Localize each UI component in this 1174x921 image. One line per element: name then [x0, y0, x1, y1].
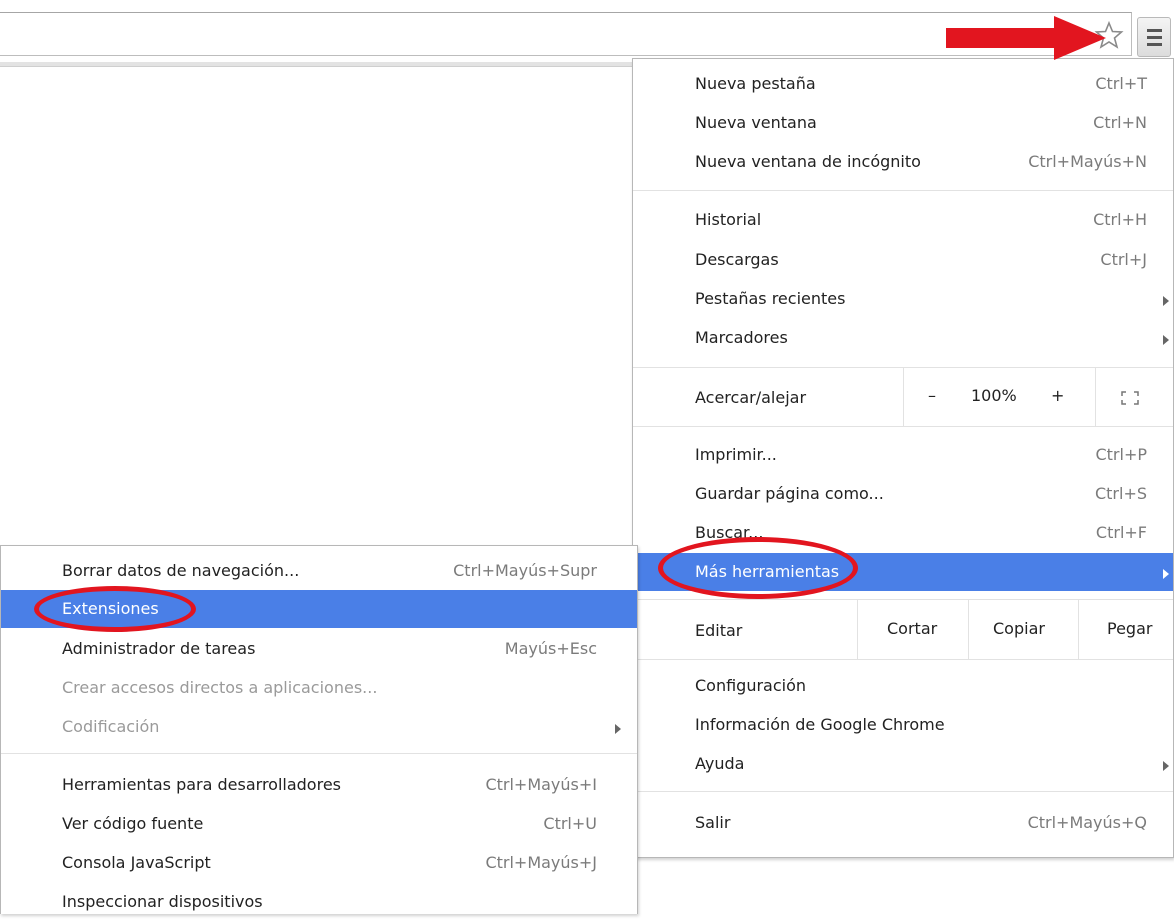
menu-item-label: Información de Google Chrome: [695, 715, 945, 734]
browser-toolbar: [0, 0, 1174, 67]
star-icon[interactable]: [1094, 20, 1124, 50]
menu-item-new-tab[interactable]: Nueva pestaña Ctrl+T: [633, 65, 1173, 103]
menu-item-new-window[interactable]: Nueva ventana Ctrl+N: [633, 104, 1173, 142]
copy-button[interactable]: Copiar: [993, 619, 1045, 638]
address-bar[interactable]: [0, 12, 1132, 56]
menu-item-label: Borrar datos de navegación...: [62, 561, 300, 580]
menu-item-shortcut: Ctrl+Mayús+J: [485, 853, 597, 872]
menu-item-label: Pestañas recientes: [695, 289, 846, 308]
edit-row: Editar Cortar Copiar Pegar: [633, 599, 1173, 659]
edit-divider: [968, 599, 969, 659]
submenu-arrow-icon: [615, 724, 621, 734]
menu-item-shortcut: Ctrl+Mayús+Supr: [453, 561, 597, 580]
menu-item-about-chrome[interactable]: Información de Google Chrome: [633, 706, 1173, 744]
menu-item-extensions[interactable]: Extensiones: [1, 590, 637, 628]
menu-separator: [633, 190, 1173, 191]
menu-item-recent-tabs[interactable]: Pestañas recientes: [633, 280, 1173, 318]
menu-item-label: Nueva pestaña: [695, 74, 816, 93]
menu-item-label: Inspeccionar dispositivos: [62, 892, 263, 911]
menu-item-print[interactable]: Imprimir... Ctrl+P: [633, 436, 1173, 474]
zoom-divider: [1095, 368, 1096, 426]
menu-item-save-page-as[interactable]: Guardar página como... Ctrl+S: [633, 475, 1173, 513]
menu-item-downloads[interactable]: Descargas Ctrl+J: [633, 241, 1173, 279]
menu-item-create-app-shortcuts[interactable]: Crear accesos directos a aplicaciones...: [1, 669, 637, 707]
menu-item-label: Consola JavaScript: [62, 853, 211, 872]
menu-item-shortcut: Ctrl+P: [1095, 445, 1147, 464]
menu-item-encoding[interactable]: Codificación: [1, 708, 637, 746]
menu-item-shortcut: Ctrl+F: [1095, 523, 1147, 542]
submenu-arrow-icon: [1163, 761, 1169, 771]
menu-item-shortcut: Ctrl+H: [1093, 210, 1147, 229]
menu-item-label: Imprimir...: [695, 445, 777, 464]
zoom-in-button[interactable]: +: [1051, 386, 1064, 405]
menu-item-bookmarks[interactable]: Marcadores: [633, 319, 1173, 357]
zoom-out-button[interactable]: –: [928, 386, 936, 405]
zoom-value: 100%: [971, 386, 1017, 405]
menu-item-shortcut: Ctrl+Mayús+Q: [1027, 813, 1147, 832]
menu-item-developer-tools[interactable]: Herramientas para desarrolladores Ctrl+M…: [1, 766, 637, 804]
menu-item-label: Ayuda: [695, 754, 745, 773]
menu-item-label: Descargas: [695, 250, 779, 269]
menu-item-help[interactable]: Ayuda: [633, 745, 1173, 783]
menu-separator: [633, 791, 1173, 792]
edit-divider: [857, 599, 858, 659]
menu-item-find[interactable]: Buscar... Ctrl+F: [633, 514, 1173, 552]
menu-item-label: Ver código fuente: [62, 814, 204, 833]
menu-item-label: Salir: [695, 813, 731, 832]
menu-item-exit[interactable]: Salir Ctrl+Mayús+Q: [633, 804, 1173, 842]
menu-item-shortcut: Ctrl+T: [1095, 74, 1147, 93]
zoom-row: Acercar/alejar – 100% +: [633, 368, 1173, 426]
menu-item-shortcut: Ctrl+Mayús+N: [1028, 152, 1147, 171]
menu-item-label: Marcadores: [695, 328, 788, 347]
menu-item-task-manager[interactable]: Administrador de tareas Mayús+Esc: [1, 630, 637, 668]
menu-item-new-incognito-window[interactable]: Nueva ventana de incógnito Ctrl+Mayús+N: [633, 143, 1173, 181]
menu-item-label: Nueva ventana: [695, 113, 817, 132]
menu-item-label: Buscar...: [695, 523, 764, 542]
menu-item-clear-browsing-data[interactable]: Borrar datos de navegación... Ctrl+Mayús…: [1, 552, 637, 590]
edit-divider: [1078, 599, 1079, 659]
menu-separator: [633, 659, 1173, 660]
zoom-divider: [903, 368, 904, 426]
menu-item-shortcut: Ctrl+J: [1100, 250, 1147, 269]
menu-item-label: Codificación: [62, 717, 160, 736]
zoom-label: Acercar/alejar: [695, 388, 807, 407]
menu-item-view-source[interactable]: Ver código fuente Ctrl+U: [1, 805, 637, 843]
menu-item-label: Nueva ventana de incógnito: [695, 152, 921, 171]
menu-item-label: Más herramientas: [695, 562, 840, 581]
menu-item-shortcut: Ctrl+N: [1093, 113, 1147, 132]
chrome-main-menu: Nueva pestaña Ctrl+T Nueva ventana Ctrl+…: [632, 58, 1174, 858]
edit-label: Editar: [695, 621, 743, 640]
submenu-arrow-icon: [1163, 296, 1169, 306]
more-tools-submenu: Borrar datos de navegación... Ctrl+Mayús…: [0, 545, 638, 914]
menu-item-shortcut: Mayús+Esc: [504, 639, 597, 658]
menu-item-shortcut: Ctrl+S: [1094, 484, 1147, 503]
submenu-arrow-icon: [1163, 569, 1169, 579]
menu-item-label: Crear accesos directos a aplicaciones...: [62, 678, 378, 697]
menu-item-shortcut: Ctrl+Mayús+I: [485, 775, 597, 794]
menu-item-history[interactable]: Historial Ctrl+H: [633, 201, 1173, 239]
menu-item-settings[interactable]: Configuración: [633, 667, 1173, 705]
hamburger-menu-icon[interactable]: [1137, 17, 1171, 57]
menu-item-label: Configuración: [695, 676, 807, 695]
menu-item-shortcut: Ctrl+U: [543, 814, 597, 833]
menu-item-label: Administrador de tareas: [62, 639, 256, 658]
submenu-arrow-icon: [1163, 335, 1169, 345]
fullscreen-icon[interactable]: [1121, 391, 1139, 405]
menu-separator: [633, 426, 1173, 427]
menu-separator: [1, 753, 637, 754]
menu-item-more-tools[interactable]: Más herramientas: [633, 553, 1173, 591]
menu-item-javascript-console[interactable]: Consola JavaScript Ctrl+Mayús+J: [1, 844, 637, 882]
menu-item-label: Herramientas para desarrolladores: [62, 775, 341, 794]
paste-button[interactable]: Pegar: [1107, 619, 1152, 638]
menu-item-label: Guardar página como...: [695, 484, 884, 503]
menu-item-inspect-devices[interactable]: Inspeccionar dispositivos: [1, 883, 637, 921]
menu-item-label: Extensiones: [62, 599, 159, 618]
cut-button[interactable]: Cortar: [887, 619, 937, 638]
menu-item-label: Historial: [695, 210, 762, 229]
